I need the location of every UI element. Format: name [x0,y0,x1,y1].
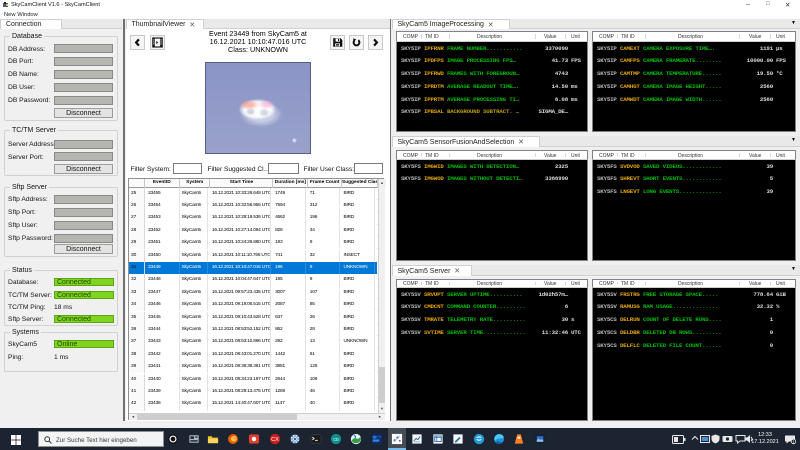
svg-text:CX: CX [271,437,279,443]
svg-text:co: co [333,437,339,443]
